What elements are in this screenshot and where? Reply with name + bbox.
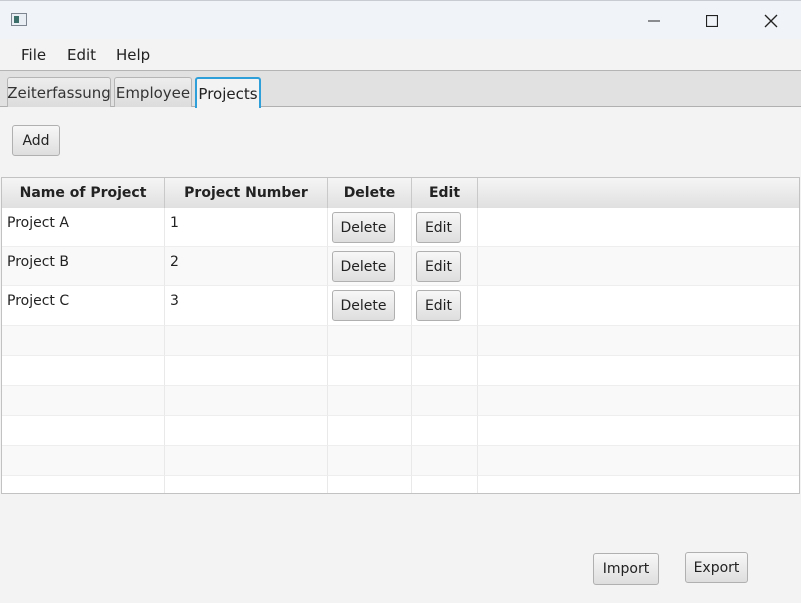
menu-file[interactable]: File (21, 46, 46, 64)
window-titlebar[interactable] (0, 0, 801, 40)
column-header-edit[interactable]: Edit (412, 178, 478, 208)
empty-table-row (2, 416, 799, 446)
tab-strip: Zeiterfassung Employee Projects (0, 71, 801, 108)
edit-button[interactable]: Edit (416, 290, 461, 321)
project-number: 1 (170, 215, 179, 231)
column-header-number[interactable]: Project Number (165, 178, 328, 208)
cell-name: Project B (2, 247, 165, 286)
project-name: Project C (7, 293, 70, 309)
maximize-button[interactable] (683, 1, 741, 40)
project-name: Project A (7, 215, 69, 231)
app-window-icon (11, 13, 27, 26)
minimize-button[interactable] (625, 1, 683, 40)
cell-name: Project A (2, 208, 165, 247)
edit-button[interactable]: Edit (416, 251, 461, 282)
import-button[interactable]: Import (593, 553, 659, 585)
empty-table-row (2, 476, 799, 493)
table-row[interactable]: Project C 3 Delete Edit (2, 286, 799, 326)
menu-help[interactable]: Help (116, 46, 150, 64)
table-row[interactable]: Project A 1 Delete Edit (2, 208, 799, 247)
cell-edit: Edit (412, 286, 478, 326)
delete-button[interactable]: Delete (332, 290, 395, 321)
cell-edit: Edit (412, 247, 478, 286)
project-number: 2 (170, 254, 179, 270)
edit-button[interactable]: Edit (416, 212, 461, 243)
delete-button[interactable]: Delete (332, 251, 395, 282)
tab-zeiterfassung[interactable]: Zeiterfassung (7, 77, 111, 107)
cell-filler (478, 247, 799, 286)
cell-name: Project C (2, 286, 165, 326)
export-button[interactable]: Export (685, 552, 748, 583)
cell-delete: Delete (328, 208, 412, 247)
column-header-name[interactable]: Name of Project (2, 178, 165, 208)
cell-edit: Edit (412, 208, 478, 247)
close-button[interactable] (742, 1, 800, 40)
empty-table-row (2, 326, 799, 356)
column-header-delete[interactable]: Delete (328, 178, 412, 208)
tab-projects[interactable]: Projects (195, 77, 261, 108)
minimize-icon (648, 20, 660, 21)
project-number: 3 (170, 293, 179, 309)
cell-number: 3 (165, 286, 328, 326)
empty-table-row (2, 446, 799, 476)
cell-delete: Delete (328, 286, 412, 326)
add-button[interactable]: Add (12, 125, 60, 156)
menu-bar: File Edit Help (0, 39, 801, 71)
close-icon (764, 14, 778, 27)
delete-button[interactable]: Delete (332, 212, 395, 243)
cell-delete: Delete (328, 247, 412, 286)
empty-table-row (2, 356, 799, 386)
cell-filler (478, 208, 799, 247)
project-name: Project B (7, 254, 69, 270)
cell-filler (478, 286, 799, 326)
maximize-icon (706, 14, 718, 27)
projects-table: Name of Project Project Number Delete Ed… (1, 177, 800, 494)
column-header-filler (478, 178, 799, 208)
cell-number: 1 (165, 208, 328, 247)
menu-edit[interactable]: Edit (67, 46, 96, 64)
table-row[interactable]: Project B 2 Delete Edit (2, 247, 799, 286)
empty-table-row (2, 386, 799, 416)
tab-employee[interactable]: Employee (114, 77, 192, 107)
cell-number: 2 (165, 247, 328, 286)
table-header: Name of Project Project Number Delete Ed… (2, 178, 799, 209)
